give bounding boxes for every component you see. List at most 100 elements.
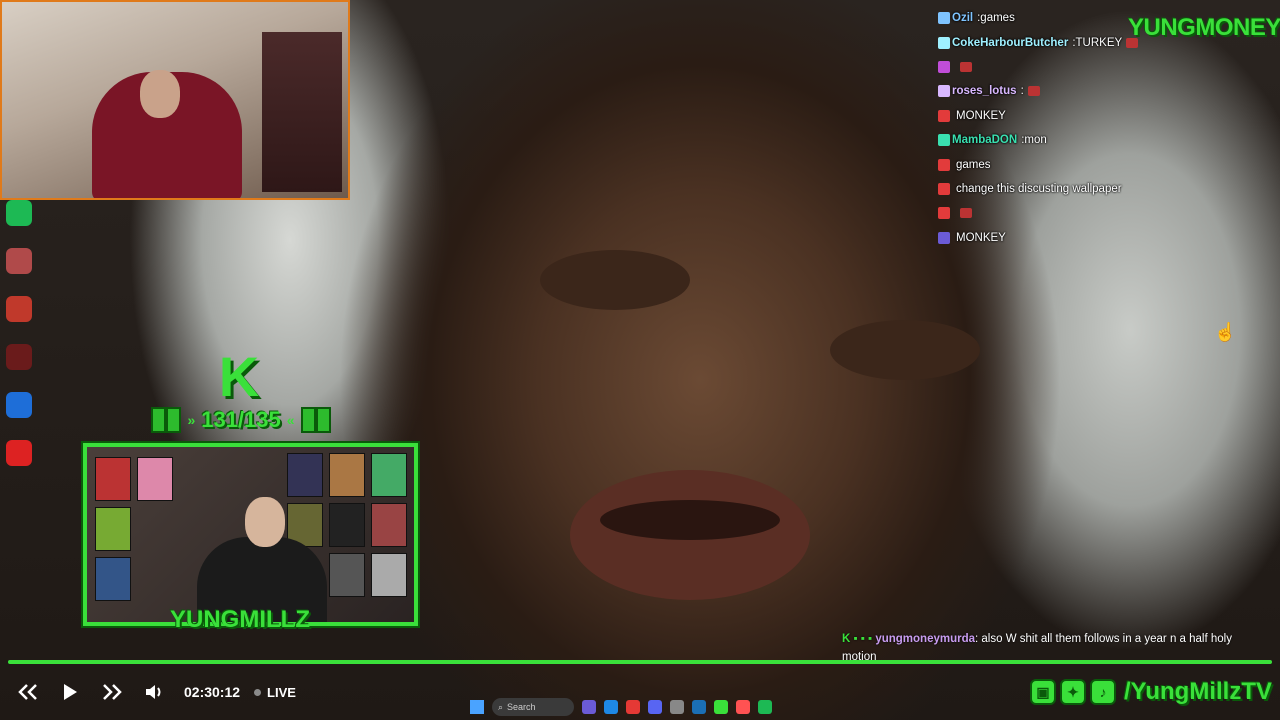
- wall-poster: [329, 453, 365, 497]
- wall-poster: [137, 457, 173, 501]
- chat-username[interactable]: MambaDON: [952, 134, 1017, 146]
- wall-poster: [95, 557, 131, 601]
- chat-text: games: [956, 158, 991, 171]
- cam-background-shelf: [262, 32, 342, 192]
- gift-icon: [300, 407, 331, 433]
- chat-text: TURKEY: [1075, 36, 1123, 49]
- player-controls: 02:30:12 LIVE: [14, 678, 296, 706]
- live-indicator[interactable]: LIVE: [254, 685, 296, 700]
- rewind-icon: [18, 684, 37, 700]
- steam-taskbar-icon[interactable]: [692, 700, 706, 714]
- chat-username[interactable]: roses_lotus: [952, 85, 1017, 97]
- wall-poster: [371, 503, 407, 547]
- streamer-head: [245, 497, 285, 547]
- playback-time: 02:30:12: [184, 684, 241, 700]
- chat-text: change this discusting wallpaper: [956, 182, 1122, 195]
- wall-poster: [371, 553, 407, 597]
- webcam-bottom: [83, 443, 418, 626]
- wallpaper-detail: [540, 250, 690, 310]
- chat-message: change this discusting wallpaper: [938, 177, 1178, 201]
- live-label: LIVE: [267, 684, 296, 700]
- search-icon: ⌕: [498, 701, 504, 712]
- wall-poster: [329, 503, 365, 547]
- cam-name-label: YUNGMILLZ: [170, 606, 310, 633]
- chat-badge-icon: [938, 12, 950, 25]
- chat-message: MONKEY: [938, 226, 1178, 250]
- wall-poster: [287, 453, 323, 497]
- wall-poster: [371, 453, 407, 497]
- edge-browser-icon[interactable]: [6, 392, 32, 418]
- playback-progress-bar[interactable]: [8, 660, 1272, 664]
- play-icon: [64, 684, 77, 700]
- social-handles: ▣ ✦ ♪ /YungMillzTV: [1030, 676, 1272, 708]
- wall-poster: [95, 457, 131, 501]
- chat-text: MONKEY: [956, 231, 1006, 244]
- chat-message: MambaDON: mon: [938, 128, 1178, 152]
- chat-separator: :: [1020, 85, 1024, 98]
- game-shortcut-icon[interactable]: [6, 296, 32, 322]
- chat-badge-icon: [938, 85, 950, 98]
- goal-count: 131/135: [201, 407, 281, 432]
- mouse-cursor-icon: ☝: [1214, 322, 1237, 342]
- chat-badge-icon: [938, 36, 950, 49]
- chat-badge-icon: [938, 158, 950, 171]
- wall-poster: [329, 553, 365, 597]
- wall-poster: [95, 507, 131, 551]
- game-shortcut-icon[interactable]: [6, 344, 32, 370]
- windows-start-icon[interactable]: [470, 700, 484, 714]
- webcam-top: [0, 0, 350, 200]
- search-placeholder: Search: [507, 702, 536, 712]
- gift-icon: [151, 407, 182, 433]
- brand-logo-text: YUNGMONEY: [1128, 14, 1280, 41]
- taskbar-app-icon[interactable]: [670, 700, 684, 714]
- forward-icon: [103, 684, 122, 700]
- goal-arrow-right: «: [286, 412, 295, 428]
- kick-logo-icon: K: [218, 345, 260, 408]
- chat-badge-icon: [938, 134, 950, 147]
- taskbar-app-icon[interactable]: [582, 700, 596, 714]
- kick-taskbar-icon[interactable]: [714, 700, 728, 714]
- badge-icons: K ▪ ▪ ▪: [842, 633, 876, 645]
- chat-message: [938, 201, 1178, 225]
- app-shortcut-icon[interactable]: [6, 440, 32, 466]
- follower-goal: » 131/135 «: [136, 402, 346, 438]
- volume-icon: [146, 685, 161, 699]
- chrome-taskbar-icon[interactable]: [626, 700, 640, 714]
- forward-button[interactable]: [98, 678, 126, 706]
- chat-emote-icon: [1027, 86, 1040, 97]
- wallpaper-detail: [830, 320, 980, 380]
- chat-badge-icon: [938, 231, 950, 244]
- app-shortcut-icon[interactable]: [6, 248, 32, 274]
- twitch-icon: ▣: [1030, 679, 1056, 705]
- taskbar-app-icon[interactable]: [736, 700, 750, 714]
- edge-taskbar-icon[interactable]: [604, 700, 618, 714]
- chat-badge-icon: [938, 60, 950, 73]
- chat-overlay: Ozil: games CokeHarbourButcher: TURKEY ros…: [938, 6, 1178, 250]
- windows-taskbar: ⌕ Search: [470, 696, 810, 718]
- taskbar-search[interactable]: ⌕ Search: [492, 698, 574, 716]
- play-button[interactable]: [56, 678, 84, 706]
- chat-username[interactable]: CokeHarbourButcher: [952, 37, 1068, 49]
- chat-text: mon: [1024, 134, 1047, 147]
- notice-username: yungmoneymurda: [875, 633, 976, 645]
- chat-emote-icon: [960, 61, 972, 72]
- chat-badge-icon: [938, 109, 950, 122]
- chat-text: MONKEY: [956, 109, 1006, 122]
- volume-button[interactable]: [140, 678, 168, 706]
- rewind-button[interactable]: [14, 678, 42, 706]
- chat-message: games: [938, 152, 1178, 176]
- chat-message: [938, 55, 1178, 79]
- chat-message: roses_lotus:: [938, 79, 1178, 103]
- tiktok-icon: ♪: [1090, 679, 1116, 705]
- discord-taskbar-icon[interactable]: [648, 700, 662, 714]
- chat-badge-icon: [938, 182, 950, 195]
- chat-emote-icon: [960, 208, 972, 219]
- wallpaper-detail: [600, 500, 780, 540]
- goal-arrow-left: »: [187, 412, 196, 428]
- chat-badge-icon: [938, 207, 950, 220]
- chat-text: games: [980, 12, 1015, 25]
- spotify-taskbar-icon[interactable]: [758, 700, 772, 714]
- live-dot-icon: [254, 688, 262, 696]
- spotify-icon[interactable]: [6, 200, 32, 226]
- chat-username[interactable]: Ozil: [952, 12, 973, 24]
